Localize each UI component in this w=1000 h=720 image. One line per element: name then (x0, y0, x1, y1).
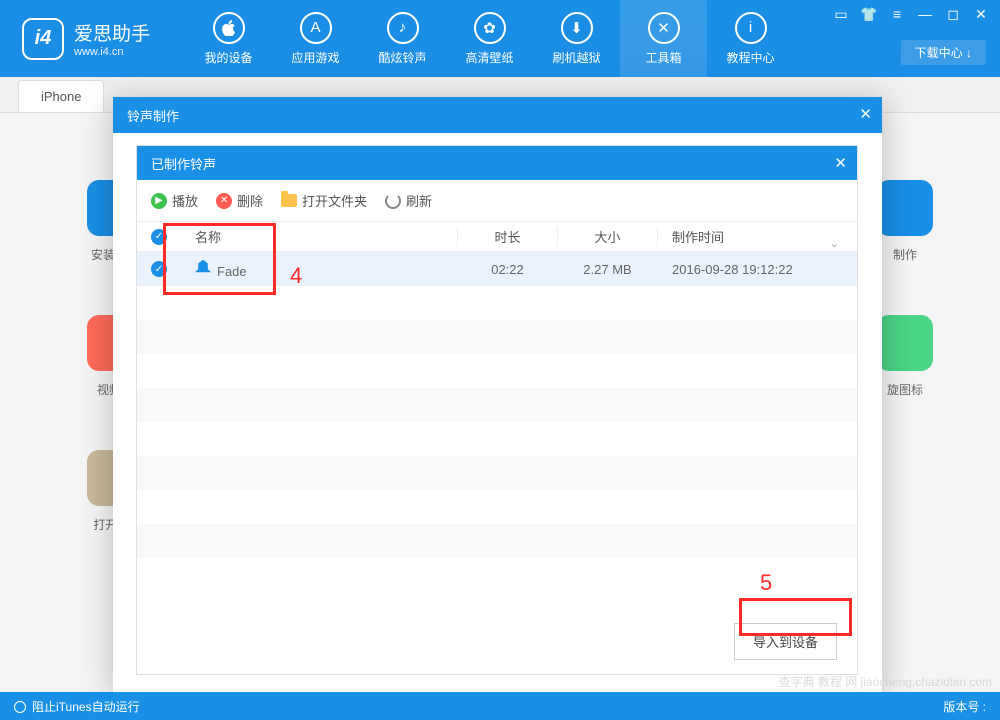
table-row[interactable]: ✓ Fade 02:22 2.27 MB 2016-09-28 19:12:22 (137, 252, 857, 286)
button-label: 播放 (172, 191, 198, 210)
play-button[interactable]: ▶ 播放 (151, 191, 198, 210)
logo: i4 爱思助手 www.i4.cn (0, 18, 185, 60)
nav-label: 教程中心 (726, 49, 774, 66)
nav-wallpapers[interactable]: ✿ 高清壁纸 (446, 0, 533, 77)
tile-icon (877, 180, 933, 236)
table-row (137, 320, 857, 354)
import-to-device-button[interactable]: 导入到设备 (734, 623, 837, 660)
dialog-titlebar: 已制作铃声 ✕ (137, 146, 857, 180)
delete-button[interactable]: ✕ 删除 (216, 191, 263, 210)
skin-icon[interactable]: 👕 (860, 6, 878, 23)
table-row (137, 388, 857, 422)
radio-icon (14, 701, 26, 713)
nav-my-device[interactable]: 我的设备 (185, 0, 272, 77)
open-folder-button[interactable]: 打开文件夹 (281, 191, 367, 210)
nav-label: 酷炫铃声 (378, 49, 426, 66)
tools-icon: ✕ (648, 12, 680, 44)
tile-icon (877, 315, 933, 371)
status-text: 阻止iTunes自动运行 (32, 700, 140, 714)
name-text: Fade (217, 264, 247, 279)
row-name: Fade (181, 260, 457, 279)
refresh-icon (385, 193, 401, 209)
nav-label: 我的设备 (204, 49, 252, 66)
col-duration[interactable]: 时长 (457, 227, 557, 246)
table-header: ✓ 名称 时长 大小 制作时间⌄ (137, 222, 857, 252)
tab-iphone[interactable]: iPhone (18, 80, 104, 112)
nav-apps[interactable]: A 应用游戏 (272, 0, 359, 77)
col-mtime[interactable]: 制作时间⌄ (657, 227, 857, 246)
main-nav: 我的设备 A 应用游戏 ♪ 酷炫铃声 ✿ 高清壁纸 ⬇ 刷机越狱 ✕ 工具箱 i 教程中心 (185, 0, 794, 77)
nav-ringtones[interactable]: ♪ 酷炫铃声 (359, 0, 446, 77)
table-row (137, 524, 857, 558)
table-row (137, 558, 857, 592)
nav-tutorials[interactable]: i 教程中心 (707, 0, 794, 77)
nav-label: 应用游戏 (291, 49, 339, 66)
annotation-number-5: 5 (760, 570, 772, 596)
status-bar: 阻止iTunes自动运行 版本号 : (0, 692, 1000, 720)
chevron-down-icon: ⌄ (830, 237, 839, 250)
button-label: 刷新 (406, 191, 432, 210)
check-icon: ✓ (151, 261, 167, 277)
dialog-title: 已制作铃声 (151, 154, 216, 173)
table-row (137, 422, 857, 456)
nav-label: 高清壁纸 (465, 49, 513, 66)
table-row (137, 490, 857, 524)
col-label: 制作时间 (672, 230, 724, 245)
row-size: 2.27 MB (557, 262, 657, 277)
menu-icon[interactable]: ≡ (888, 6, 906, 23)
button-label: 打开文件夹 (302, 191, 367, 210)
logo-icon: i4 (22, 18, 64, 60)
close-icon[interactable]: ✕ (972, 6, 990, 23)
table-row (137, 286, 857, 320)
version-label: 版本号 : (943, 698, 986, 715)
dialog-footer: 导入到设备 (734, 623, 837, 660)
bell-icon: ♪ (387, 12, 419, 44)
row-duration: 02:22 (457, 262, 557, 277)
refresh-button[interactable]: 刷新 (385, 191, 432, 210)
ringtone-icon (195, 260, 211, 276)
folder-icon (281, 194, 297, 207)
nav-label: 刷机越狱 (552, 49, 600, 66)
close-icon[interactable]: ✕ (834, 154, 847, 172)
col-size[interactable]: 大小 (557, 227, 657, 246)
col-name[interactable]: 名称 (181, 227, 457, 246)
app-header: i4 爱思助手 www.i4.cn 我的设备 A 应用游戏 ♪ 酷炫铃声 ✿ 高清壁纸… (0, 0, 1000, 77)
nav-toolbox[interactable]: ✕ 工具箱 (620, 0, 707, 77)
row-checkbox[interactable]: ✓ (137, 261, 181, 277)
app-name: 爱思助手 (74, 19, 150, 46)
dialog-titlebar: 铃声制作 ✕ (113, 97, 882, 133)
row-mtime: 2016-09-28 19:12:22 (657, 262, 857, 277)
ringtone-maker-dialog: 铃声制作 ✕ 已制作铃声 ✕ ▶ 播放 ✕ 删除 打开文件夹 刷新 ✓ 名称 时长 … (113, 97, 882, 692)
dialog-title: 铃声制作 (127, 106, 179, 125)
flower-icon: ✿ (474, 12, 506, 44)
minimize-icon[interactable]: — (916, 6, 934, 23)
table-body: ✓ Fade 02:22 2.27 MB 2016-09-28 19:12:22 (137, 252, 857, 592)
maximize-icon[interactable]: ◻ (944, 6, 962, 23)
close-icon[interactable]: ✕ (859, 105, 872, 123)
nav-jailbreak[interactable]: ⬇ 刷机越狱 (533, 0, 620, 77)
made-ringtones-dialog: 已制作铃声 ✕ ▶ 播放 ✕ 删除 打开文件夹 刷新 ✓ 名称 时长 大小 制作时间… (136, 145, 858, 675)
nav-label: 工具箱 (645, 49, 681, 66)
apple-icon (213, 12, 245, 44)
delete-icon: ✕ (216, 193, 232, 209)
select-all-checkbox[interactable]: ✓ (137, 229, 181, 245)
annotation-number-4: 4 (290, 263, 302, 289)
window-controls: ▭ 👕 ≡ — ◻ ✕ (832, 6, 990, 23)
table-row (137, 456, 857, 490)
itunes-toggle[interactable]: 阻止iTunes自动运行 (14, 698, 140, 715)
app-url: www.i4.cn (74, 46, 150, 58)
download-icon: ⬇ (561, 12, 593, 44)
feedback-icon[interactable]: ▭ (832, 6, 850, 23)
apps-icon: A (300, 12, 332, 44)
play-icon: ▶ (151, 193, 167, 209)
button-label: 删除 (237, 191, 263, 210)
toolbar: ▶ 播放 ✕ 删除 打开文件夹 刷新 (137, 180, 857, 222)
download-center-button[interactable]: 下载中心 ↓ (901, 40, 986, 65)
table-row (137, 354, 857, 388)
check-icon: ✓ (151, 229, 167, 245)
info-icon: i (735, 12, 767, 44)
